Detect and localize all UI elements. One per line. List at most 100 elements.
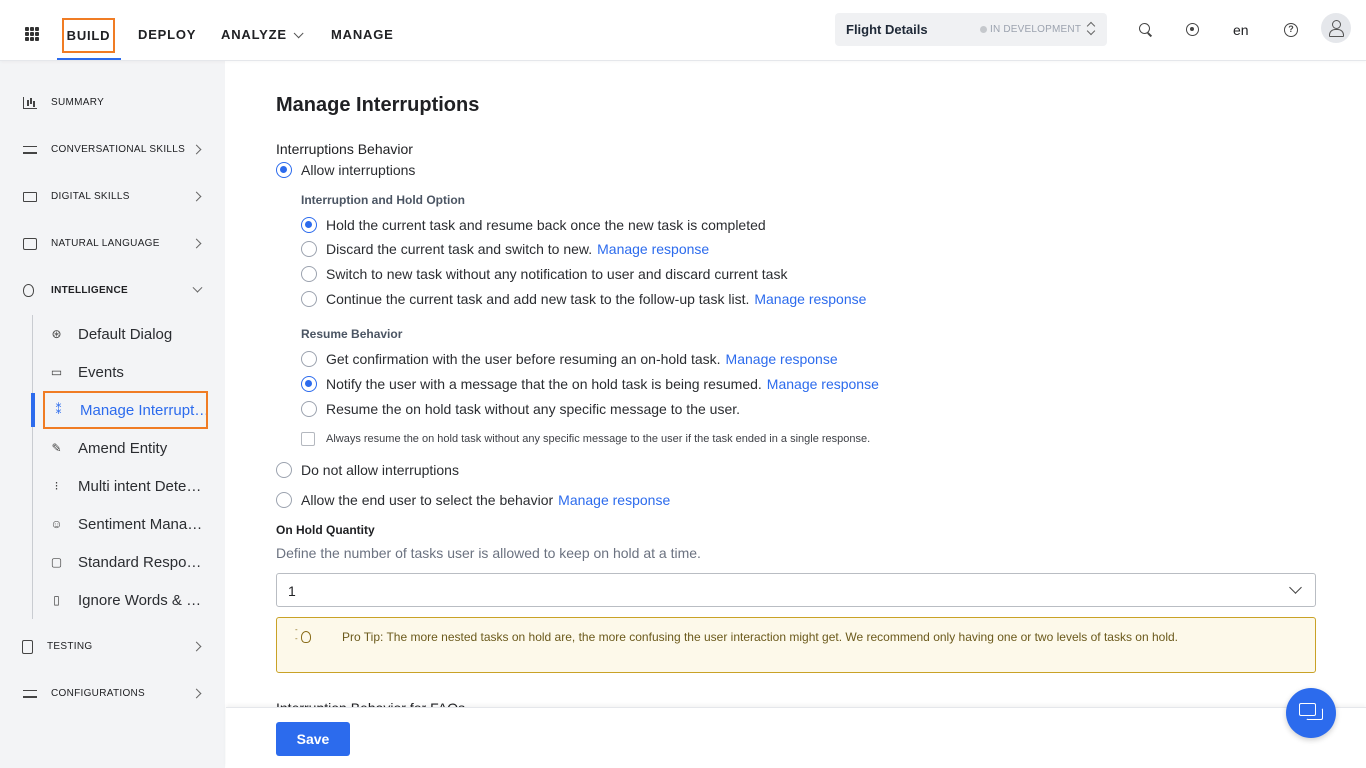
pro-tip-text: Pro Tip: The more nested tasks on hold a… [342,630,1179,644]
submenu-item-standard-responses[interactable]: ▢ Standard Responses [43,545,211,579]
sidebar-item-label: NATURAL LANGUAGE [51,238,160,249]
sidebar-item-intelligence[interactable]: INTELLIGENCE [0,267,225,314]
submenu-item-events[interactable]: ▭ Events [43,355,211,389]
radio-checked[interactable] [301,376,317,392]
sidebar-item-label: SUMMARY [51,97,105,108]
sidebar-item-label: TESTING [47,641,93,652]
nav-manage[interactable]: MANAGE [331,27,394,42]
radio-allow-interruptions[interactable]: Allow interruptions [276,162,415,178]
radio-unchecked[interactable] [301,351,317,367]
radio-unchecked[interactable] [301,401,317,417]
radio-unchecked[interactable] [301,291,317,307]
on-hold-quantity-description: Define the number of tasks user is allow… [276,545,701,561]
sidebar: SUMMARY CONVERSATIONAL SKILLS DIGITAL SK… [0,61,225,768]
sidebar-item-label: CONFIGURATIONS [51,688,146,699]
checkbox-label: Always resume the on hold task without a… [326,433,871,445]
always-resume-checkbox-row[interactable]: Always resume the on hold task without a… [301,432,870,446]
smile-icon: ☺ [50,516,63,531]
help-icon[interactable]: ? [1284,23,1298,37]
lightbulb-icon [23,284,34,297]
radio-label: Continue the current task and add new ta… [326,291,750,307]
submenu-item-default-dialog[interactable]: ⊛ Default Dialog [43,317,211,351]
manage-response-link[interactable]: Manage response [767,376,879,392]
manage-response-link[interactable]: Manage response [558,492,670,508]
radio-continue-followup[interactable]: Continue the current task and add new ta… [301,291,866,307]
submenu-item-manage-interruptions[interactable]: ⁑ Manage Interruptions [43,391,208,429]
chat-bubble-icon [1306,708,1323,720]
sidebar-item-label: CONVERSATIONAL SKILLS [51,144,186,155]
target-icon[interactable] [1186,23,1199,36]
chevron-right-icon [191,191,202,202]
monitor-icon [23,191,37,202]
submenu-item-sentiment-management[interactable]: ☺ Sentiment Management [43,507,211,541]
radio-checked[interactable] [276,162,292,178]
app-grid-icon[interactable] [25,27,39,41]
submenu-item-label: Amend Entity [78,439,168,457]
nav-analyze-label: ANALYZE [221,27,287,42]
radio-label: Resume the on hold task without any spec… [326,401,741,417]
radio-unchecked[interactable] [276,462,292,478]
radio-label: Discard the current task and switch to n… [326,241,593,257]
submenu-item-ignore-words[interactable]: ▯ Ignore Words & Field Memory [43,583,211,617]
app-status-label: IN DEVELOPMENT [990,24,1082,35]
chevron-down-icon [192,282,203,293]
submenu-item-label: Events [78,363,124,381]
radio-discard-switch[interactable]: Discard the current task and switch to n… [301,241,709,257]
nav-deploy[interactable]: DEPLOY [138,27,196,42]
user-avatar[interactable] [1321,13,1351,43]
active-indicator [31,393,35,427]
radio-switch-no-notification[interactable]: Switch to new task without any notificat… [301,266,787,282]
manage-response-link[interactable]: Manage response [597,241,709,257]
always-resume-checkbox[interactable] [301,432,315,446]
nav-build[interactable]: BUILD [62,18,115,53]
sidebar-item-testing[interactable]: TESTING [0,623,225,670]
radio-label: Allow the end user to select the behavio… [301,492,554,508]
submenu-item-amend-entity[interactable]: ✎ Amend Entity [43,431,211,465]
radio-checked[interactable] [301,217,317,233]
radio-hold-resume[interactable]: Hold the current task and resume back on… [301,217,766,233]
on-hold-quantity-title: On Hold Quantity [276,523,375,537]
language-selector[interactable]: en [1233,22,1249,38]
manage-response-link[interactable]: Manage response [754,291,866,307]
on-hold-quantity-select[interactable]: 1 [276,573,1316,607]
intelligence-submenu: ⊛ Default Dialog ▭ Events ⁑ Manage Inter… [31,315,225,619]
sidebar-item-digital-skills[interactable]: DIGITAL SKILLS [0,173,225,220]
radio-unchecked[interactable] [301,241,317,257]
nav-analyze[interactable]: ANALYZE [221,27,304,42]
chat-support-button[interactable] [1286,688,1336,738]
sidebar-item-label: DIGITAL SKILLS [51,191,130,202]
radio-label: Allow interruptions [301,162,416,178]
app-status: IN DEVELOPMENT [980,24,1081,35]
nav-build-label: BUILD [66,28,111,43]
radio-resume-silently[interactable]: Resume the on hold task without any spec… [301,401,740,417]
submenu-item-label: Multi intent Detection [78,477,208,495]
sidebar-item-natural-language[interactable]: NATURAL LANGUAGE [0,220,225,267]
submenu-item-multi-intent-detection[interactable]: ⁝ Multi intent Detection [43,469,211,503]
radio-label: Get confirmation with the user before re… [326,351,721,367]
lifebuoy-icon: ⊛ [51,326,62,341]
radio-allow-end-user[interactable]: Allow the end user to select the behavio… [276,492,670,508]
radio-unchecked[interactable] [301,266,317,282]
radio-do-not-allow[interactable]: Do not allow interruptions [276,462,459,478]
radio-get-confirmation[interactable]: Get confirmation with the user before re… [301,351,838,367]
submenu-item-label: Sentiment Management [78,515,208,533]
app-selector[interactable]: Flight Details IN DEVELOPMENT [835,13,1107,46]
search-icon[interactable] [1139,23,1153,37]
hold-option-heading: Interruption and Hold Option [301,193,465,207]
sidebar-item-configurations[interactable]: CONFIGURATIONS [0,670,225,717]
sidebar-item-summary[interactable]: SUMMARY [0,79,225,126]
save-button[interactable]: Save [276,722,350,756]
manage-response-link[interactable]: Manage response [726,351,838,367]
chevron-right-icon [191,144,202,155]
footer-bar: Save [226,707,1366,768]
radio-unchecked[interactable] [276,492,292,508]
bar-chart-icon [23,96,37,109]
up-down-chevron-icon [1087,22,1095,36]
sidebar-item-conversational-skills[interactable]: CONVERSATIONAL SKILLS [0,126,225,173]
radio-notify-user[interactable]: Notify the user with a message that the … [301,376,879,392]
submenu-item-label: Default Dialog [78,325,173,343]
submenu-item-label: Manage Interruptions [80,401,208,419]
edit-icon: ✎ [51,440,62,455]
radio-label: Hold the current task and resume back on… [326,217,766,233]
interruptions-behavior-label: Interruptions Behavior [276,141,413,157]
